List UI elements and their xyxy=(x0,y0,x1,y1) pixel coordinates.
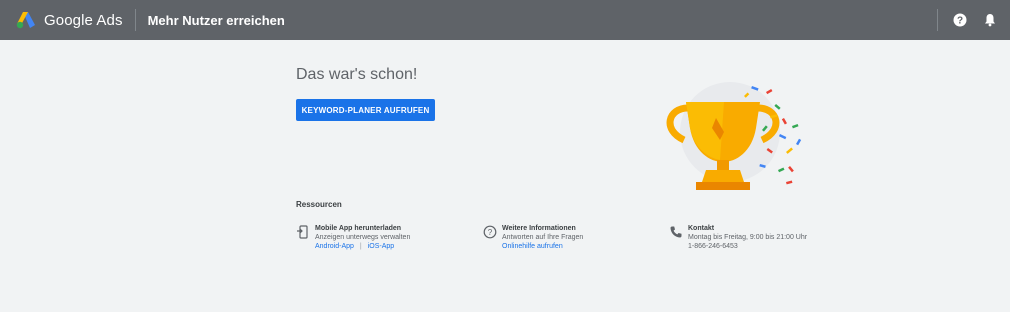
online-help-link[interactable]: Onlinehilfe aufrufen xyxy=(502,242,583,251)
success-headline: Das war's schon! xyxy=(296,66,418,83)
more-info-description: Antworten auf Ihre Fragen xyxy=(502,234,584,241)
resource-contact: Kontakt Montag bis Freitag, 9:00 bis 21:… xyxy=(669,224,807,251)
resource-more-info: ? Weitere Informationen Antworten auf Ih… xyxy=(483,224,583,251)
contact-phone: 1-866-246-6453 xyxy=(688,243,738,250)
more-info-heading: Weitere Informationen xyxy=(502,225,576,232)
bell-icon[interactable] xyxy=(980,10,1000,30)
contact-heading: Kontakt xyxy=(688,225,715,232)
help-icon[interactable]: ? xyxy=(950,10,970,30)
open-keyword-planner-button[interactable]: KEYWORD-PLANER AUFRUFEN xyxy=(296,99,435,121)
mobile-app-heading: Mobile App herunterladen xyxy=(315,225,402,232)
android-app-link[interactable]: Android-App xyxy=(315,242,354,251)
contact-hours: Montag bis Freitag, 9:00 bis 21:00 Uhr xyxy=(688,234,808,241)
resource-mobile-app: Mobile App herunterladen Anzeigen unterw… xyxy=(296,224,410,251)
brand-name: Google Ads xyxy=(44,11,123,29)
top-app-bar: Google Ads Mehr Nutzer erreichen ? xyxy=(0,0,1010,40)
help-circle-icon: ? xyxy=(483,225,497,239)
mobile-phone-icon xyxy=(297,225,308,239)
mobile-app-description: Anzeigen unterwegs verwalten xyxy=(315,234,411,241)
header-actions: ? xyxy=(937,0,1010,40)
google-ads-logo[interactable]: Google Ads xyxy=(16,0,123,40)
header-actions-divider xyxy=(937,9,938,31)
resources-title: Ressourcen xyxy=(296,200,342,209)
header-divider xyxy=(134,9,136,31)
link-separator: | xyxy=(359,243,362,250)
google-ads-logo-icon xyxy=(16,12,35,29)
page-title: Mehr Nutzer erreichen xyxy=(147,12,285,28)
phone-icon xyxy=(670,226,682,238)
svg-text:?: ? xyxy=(488,228,493,237)
svg-text:?: ? xyxy=(957,16,963,27)
trophy-confetti-illustration xyxy=(666,82,802,190)
ios-app-link[interactable]: iOS-App xyxy=(368,242,394,251)
